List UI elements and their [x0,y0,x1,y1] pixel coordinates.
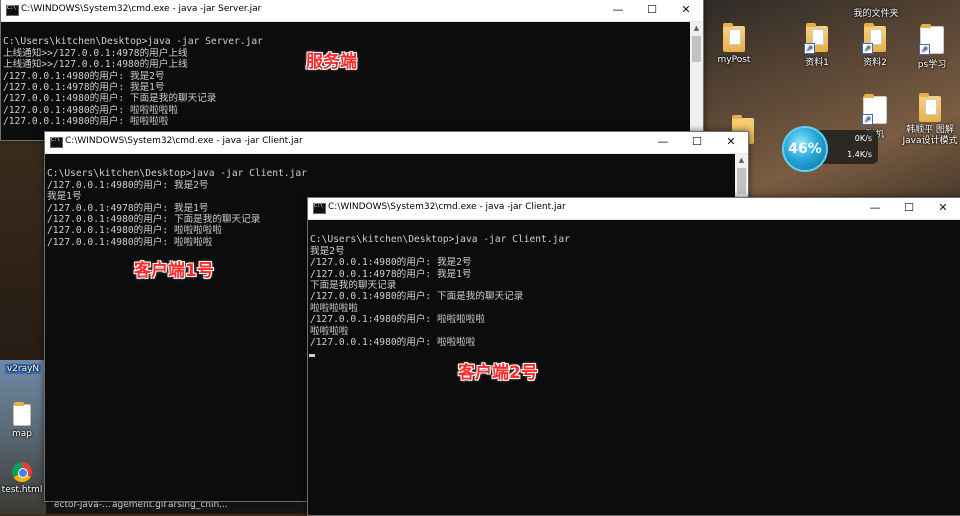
desktop-icon-mypost[interactable]: myPost [703,23,765,65]
scroll-thumb[interactable] [737,168,746,194]
console-output[interactable]: C:\Users\kitchen\Desktop>java -jar Serve… [1,22,689,140]
document-icon: ↗ [862,94,887,125]
console-output[interactable]: C:\Users\kitchen\Desktop>java -jar Clien… [308,220,960,515]
client2-console-window[interactable]: C:\WINDOWS\System32\cmd.exe - java -jar … [307,197,960,516]
cmd-icon [50,137,63,148]
minimize-button[interactable]: — [858,198,892,219]
minimize-button[interactable]: — [601,0,635,21]
close-button[interactable]: ✕ [926,198,960,219]
maximize-button[interactable]: ☐ [635,0,669,21]
console-line: C:\Users\kitchen\Desktop>java -jar Clien… [47,168,307,180]
file-icon [13,402,31,426]
desktop-icon-label: 资料2 [863,58,887,68]
folder-icon: ↗ [804,23,828,54]
close-button[interactable]: ✕ [669,0,703,21]
title-bar[interactable]: C:\WINDOWS\System32\cmd.exe - java -jar … [1,0,703,22]
cmd-icon [6,5,19,16]
window-title: C:\WINDOWS\System32\cmd.exe - java -jar … [328,202,566,212]
folder-icon: ↗ [862,23,886,54]
console-line: /127.0.0.1:4980的用户: 下面是我的聊天记录 [310,291,524,303]
title-bar[interactable]: C:\WINDOWS\System32\cmd.exe - java -jar … [308,198,960,220]
console-line: /127.0.0.1:4980的用户: 啦啦啦啦啦 [310,314,485,326]
desktop-icon-ziliao1[interactable]: ↗ 资料1 [786,23,848,68]
scroll-thumb[interactable] [692,36,701,62]
console-line: /127.0.0.1:4978的用户: 我是1号 [3,82,165,94]
maximize-button[interactable]: ☐ [680,132,714,153]
console-line: 我是2号 [310,245,345,257]
desktop-icon-ps[interactable]: ↗ ps学习 [901,24,960,70]
console-line: /127.0.0.1:4980的用户: 啦啦啦啦 [3,116,169,128]
console-line: /127.0.0.1:4980的用户: 我是2号 [3,70,165,82]
console-line: /127.0.0.1:4980的用户: 我是2号 [310,257,472,269]
close-button[interactable]: ✕ [714,132,748,153]
folder-icon [919,93,941,122]
client1-annotation-label: 客户端1号 [134,261,214,281]
console-line: /127.0.0.1:4980的用户: 啦啦啦啦啦 [3,104,178,116]
window-title: C:\WINDOWS\System32\cmd.exe - java -jar … [65,136,303,146]
network-speed-widget[interactable]: 0K/s 1.4K/s 46% [782,122,882,172]
desktop-icon-my-folder[interactable]: 我的文件夹 [845,6,907,19]
console-line: /127.0.0.1:4980的用户: 啦啦啦啦 [310,337,476,349]
memory-usage-ball: 46% [782,126,828,172]
cmd-icon [313,203,326,214]
desktop-icon-label: ps学习 [917,60,947,70]
desktop-icon-label: myPost [717,55,751,65]
console-line: 啦啦啦啦啦 [310,302,358,314]
desktop-icon-ziliao2[interactable]: ↗ 资料2 [844,23,906,68]
console-line: 啦啦啦啦 [310,325,349,337]
desktop-icon-label: map [12,429,32,439]
chrome-icon [12,462,32,482]
console-line: C:\Users\kitchen\Desktop>java -jar Clien… [310,234,570,246]
desktop-icon-label: 我的文件夹 [853,9,899,19]
console-line: /127.0.0.1:4980的用户: 我是2号 [47,179,209,191]
minimize-button[interactable]: — [646,132,680,153]
console-line: /127.0.0.1:4980的用户: 下面是我的聊天记录 [3,93,217,105]
console-line: 下面是我的聊天记录 [310,280,397,292]
server-annotation-label: 服务端 [306,52,357,72]
window-title: C:\WINDOWS\System32\cmd.exe - java -jar … [21,4,262,14]
desktop-icon-design-patterns[interactable]: 韩顺平 图解Java设计模式 [900,93,960,147]
document-icon: ↗ [919,24,944,55]
upload-speed: 0K/s [854,134,872,143]
download-speed: 1.4K/s [847,150,872,159]
title-bar[interactable]: C:\WINDOWS\System32\cmd.exe - java -jar … [45,132,748,154]
desktop-icon-label: 资料1 [805,58,829,68]
console-line: /127.0.0.1:4978的用户: 我是1号 [310,268,472,280]
vertical-scrollbar[interactable]: ▲ [690,22,703,140]
desktop-icon-label: test.html [1,485,43,495]
text-cursor [309,354,315,357]
maximize-button[interactable]: ☐ [892,198,926,219]
scroll-up-icon[interactable]: ▲ [690,22,703,35]
desktop-icon-label: 韩顺平 图解Java设计模式 [902,125,958,146]
client2-annotation-label: 客户端2号 [458,363,538,383]
scroll-up-icon[interactable]: ▲ [735,154,748,167]
desktop-icon-label: v2rayN [4,364,42,374]
document-icon [723,23,745,52]
